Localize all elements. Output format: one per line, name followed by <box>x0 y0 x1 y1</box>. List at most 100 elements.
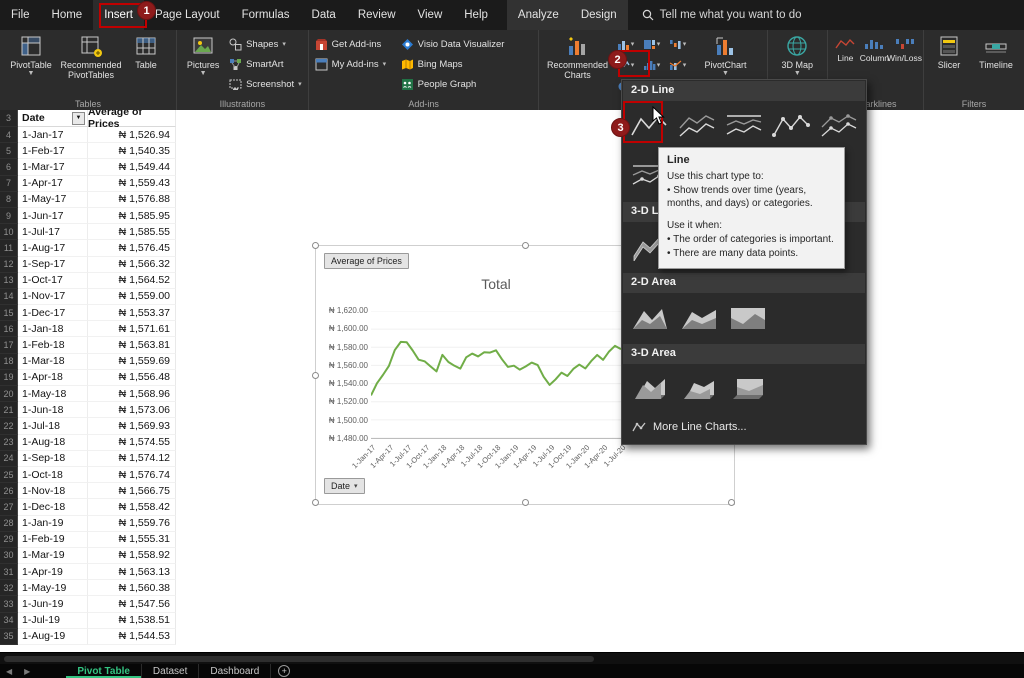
value-cell[interactable]: ₦ 1,585.55 <box>88 224 176 241</box>
chart-value-field-button[interactable]: Average of Prices <box>324 253 409 269</box>
pivottable-button[interactable]: PivotTable ▼ <box>3 32 59 77</box>
row-number[interactable]: 25 <box>0 466 18 484</box>
tab-home[interactable]: Home <box>41 0 94 30</box>
tab-page-layout[interactable]: Page Layout <box>144 0 231 30</box>
chart-resize-handle[interactable] <box>522 242 529 249</box>
date-cell[interactable]: 1-Dec-18 <box>18 499 88 516</box>
date-cell[interactable]: 1-Feb-17 <box>18 143 88 160</box>
recommended-charts-button[interactable]: Recommended Charts <box>542 32 612 80</box>
date-cell[interactable]: 1-Jun-18 <box>18 402 88 419</box>
value-cell[interactable]: ₦ 1,549.44 <box>88 159 176 176</box>
row-number[interactable]: 15 <box>0 305 18 322</box>
tab-analyze[interactable]: Analyze <box>506 0 570 30</box>
chart-axis-field-button[interactable]: Date ▾ <box>324 478 365 494</box>
menu-item-stacked-line-with-markers[interactable] <box>818 107 860 145</box>
menu-item-100-stacked-area[interactable] <box>726 299 770 337</box>
row-number[interactable]: 7 <box>0 175 18 192</box>
row-number[interactable]: 23 <box>0 434 18 451</box>
table-button[interactable]: Table <box>123 32 169 70</box>
value-cell[interactable]: ₦ 1,559.00 <box>88 288 176 306</box>
menu-item-100-stacked-3d-area[interactable] <box>726 370 770 408</box>
insert-column-chart-button[interactable]: ▾ <box>612 34 638 55</box>
filter-dropdown-button[interactable]: ▼ <box>72 111 85 125</box>
tab-help[interactable]: Help <box>453 0 499 30</box>
value-cell[interactable]: ₦ 1,573.06 <box>88 402 176 419</box>
tab-design[interactable]: Design <box>569 0 628 30</box>
date-cell[interactable]: 1-Feb-19 <box>18 531 88 548</box>
more-line-charts-item[interactable]: More Line Charts... <box>622 414 866 440</box>
recommended-pivottables-button[interactable]: Recommended PivotTables <box>59 32 123 80</box>
row-number[interactable]: 34 <box>0 612 18 629</box>
value-cell[interactable]: ₦ 1,547.56 <box>88 596 176 613</box>
chart-title[interactable]: Total <box>371 276 621 292</box>
row-number[interactable]: 16 <box>0 321 18 338</box>
insert-line-chart-button[interactable]: ▾ <box>612 55 638 76</box>
date-cell[interactable]: 1-May-17 <box>18 191 88 208</box>
menu-item-stacked-3d-area[interactable] <box>677 370 721 408</box>
chart-resize-handle[interactable] <box>312 372 319 379</box>
row-number[interactable]: 14 <box>0 288 18 306</box>
row-number[interactable]: 3 <box>0 110 18 127</box>
row-number[interactable]: 6 <box>0 159 18 176</box>
value-cell[interactable]: ₦ 1,563.81 <box>88 337 176 354</box>
people-graph-button[interactable]: People Graph <box>398 74 508 94</box>
slicer-button[interactable]: Slicer <box>927 32 971 70</box>
row-number[interactable]: 28 <box>0 515 18 532</box>
row-number[interactable]: 30 <box>0 547 18 565</box>
insert-combo-chart-button[interactable]: ▾ <box>664 55 690 76</box>
sheet-tab-dashboard[interactable]: Dashboard <box>199 664 272 678</box>
date-cell[interactable]: 1-Jan-18 <box>18 321 88 338</box>
menu-item-100-stacked-line[interactable] <box>723 107 765 145</box>
value-cell[interactable]: ₦ 1,569.93 <box>88 418 176 435</box>
chart-resize-handle[interactable] <box>522 499 529 506</box>
row-number[interactable]: 27 <box>0 499 18 516</box>
date-cell[interactable]: 1-Oct-18 <box>18 466 88 484</box>
value-cell[interactable]: ₦ 1,560.38 <box>88 580 176 597</box>
sparkline-winloss-button[interactable]: Win/Loss <box>887 32 922 63</box>
value-cell[interactable]: ₦ 1,568.96 <box>88 386 176 403</box>
tab-view[interactable]: View <box>407 0 454 30</box>
tab-insert[interactable]: Insert <box>93 0 144 30</box>
date-cell[interactable]: 1-Dec-17 <box>18 305 88 322</box>
value-cell[interactable]: ₦ 1,558.42 <box>88 499 176 516</box>
value-cell[interactable]: ₦ 1,564.52 <box>88 272 176 289</box>
chart-resize-handle[interactable] <box>312 499 319 506</box>
sparkline-line-button[interactable]: Line <box>831 32 860 63</box>
sheet-nav-left-icon[interactable]: ◀ <box>0 664 18 678</box>
value-cell[interactable]: ₦ 1,566.32 <box>88 256 176 273</box>
row-number[interactable]: 4 <box>0 127 18 144</box>
date-cell[interactable]: 1-Jan-19 <box>18 515 88 532</box>
shapes-button[interactable]: Shapes ▾ <box>226 34 305 54</box>
tab-data[interactable]: Data <box>301 0 347 30</box>
date-cell[interactable]: 1-Jul-19 <box>18 612 88 629</box>
date-cell[interactable]: 1-Apr-18 <box>18 369 88 386</box>
value-cell[interactable]: ₦ 1,574.12 <box>88 450 176 467</box>
visio-data-visualizer-button[interactable]: Visio Data Visualizer <box>398 34 508 54</box>
value-cell[interactable]: ₦ 1,558.92 <box>88 547 176 565</box>
row-number[interactable]: 17 <box>0 337 18 354</box>
insert-hierarchy-chart-button[interactable]: ▾ <box>638 34 664 55</box>
horizontal-scrollbar-thumb[interactable] <box>4 656 594 662</box>
sheet-tab-dataset[interactable]: Dataset <box>142 664 200 678</box>
date-cell[interactable]: 1-Mar-18 <box>18 353 88 370</box>
row-number[interactable]: 33 <box>0 596 18 613</box>
row-number[interactable]: 18 <box>0 353 18 370</box>
value-cell[interactable]: ₦ 1,553.37 <box>88 305 176 322</box>
row-number[interactable]: 9 <box>0 207 18 225</box>
insert-waterfall-chart-button[interactable]: ▾ <box>664 34 690 55</box>
menu-item-line-with-markers[interactable] <box>770 107 812 145</box>
date-cell[interactable]: 1-Feb-18 <box>18 337 88 354</box>
value-cell[interactable]: ₦ 1,566.75 <box>88 483 176 500</box>
row-number[interactable]: 11 <box>0 240 18 257</box>
horizontal-scrollbar[interactable] <box>0 652 1024 664</box>
date-cell[interactable]: 1-Aug-18 <box>18 434 88 451</box>
value-cell[interactable]: ₦ 1,540.35 <box>88 143 176 160</box>
row-number[interactable]: 21 <box>0 402 18 419</box>
tell-me-box[interactable]: Tell me what you want to do <box>642 9 802 21</box>
date-cell[interactable]: 1-Nov-17 <box>18 288 88 306</box>
date-cell[interactable]: 1-Aug-17 <box>18 240 88 257</box>
tab-file[interactable]: File <box>0 0 41 30</box>
value-cell[interactable]: ₦ 1,526.94 <box>88 127 176 144</box>
get-addins-button[interactable]: Get Add-ins <box>312 34 398 54</box>
date-cell[interactable]: 1-May-19 <box>18 580 88 597</box>
